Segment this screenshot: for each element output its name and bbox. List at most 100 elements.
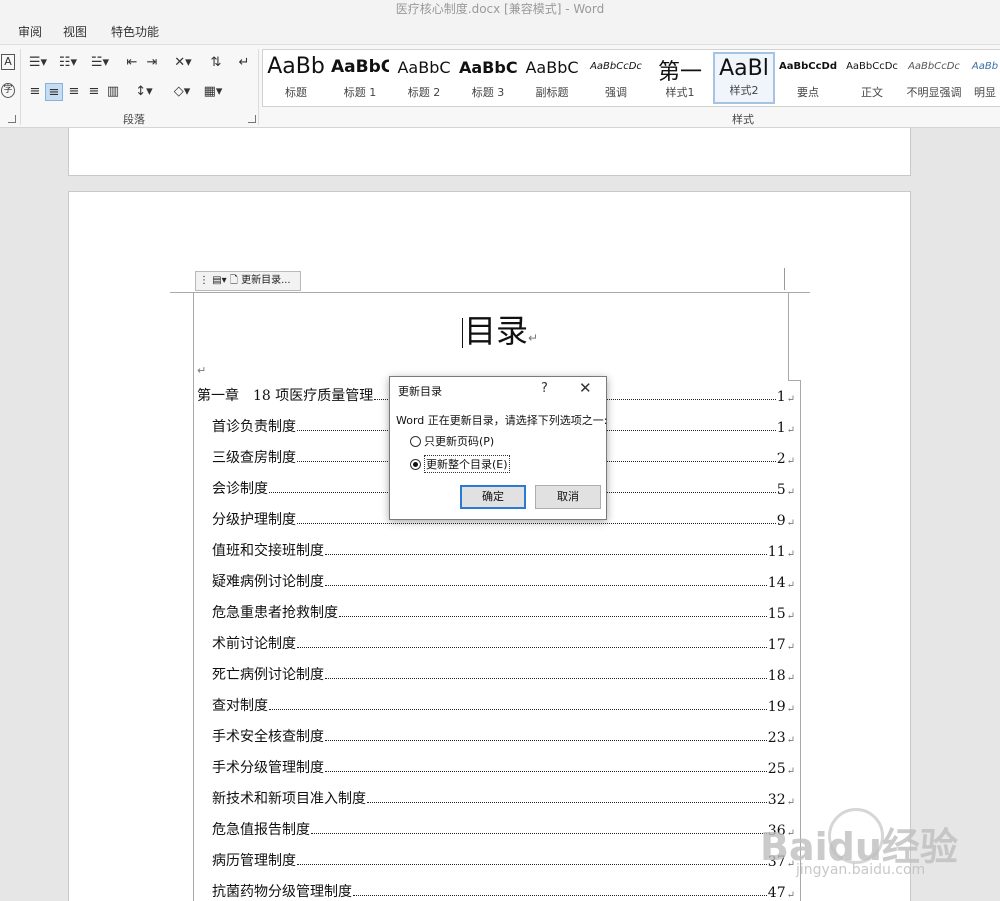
char-border-icon[interactable]: A <box>1 54 15 70</box>
update-toc-label[interactable]: 更新目录... <box>241 275 291 286</box>
align-right-icon[interactable]: ≡ <box>66 83 82 101</box>
sort-icon[interactable]: ⇅ <box>207 54 225 72</box>
paragraph-mark: ↵ <box>786 456 795 467</box>
toc-entry-page: 23 <box>767 730 786 746</box>
toc-dot-leader <box>325 740 767 741</box>
tab-review[interactable]: 审阅 <box>18 23 42 40</box>
style-subtle-emphasis[interactable]: AaBbCcDc 不明显强调 <box>903 52 965 104</box>
multilevel-list-icon[interactable]: ☱▾ <box>88 54 112 72</box>
style-style2[interactable]: AaBl 样式2 <box>713 52 775 104</box>
option-page-numbers-label: 只更新页码(P) <box>424 435 495 448</box>
line-spacing-icon[interactable]: ↕▾ <box>132 83 156 101</box>
toc-entry[interactable]: 手术分级管理制度 25 ↵ <box>212 755 795 777</box>
toc-dot-leader <box>311 833 767 834</box>
toc-entry[interactable]: 手术安全核查制度 23 ↵ <box>212 724 795 746</box>
toc-entry[interactable]: 危急重患者抢救制度 15 ↵ <box>212 600 795 622</box>
toc-entry[interactable]: 术前讨论制度 17 ↵ <box>212 631 795 653</box>
show-marks-icon[interactable]: ↵ <box>236 54 252 72</box>
toc-entry-label: 分级护理制度 <box>212 512 296 528</box>
style-heading2[interactable]: AaBbC 标题 2 <box>395 52 453 104</box>
toc-entry-page: 2 <box>776 451 786 467</box>
toc-entry[interactable]: 死亡病例讨论制度 18 ↵ <box>212 662 795 684</box>
justify-icon[interactable]: ≡ <box>86 83 102 101</box>
toc-entry[interactable]: 查对制度 19 ↵ <box>212 693 795 715</box>
shading-icon[interactable]: ◇▾ <box>169 83 195 101</box>
toc-entry-page: 1 <box>776 389 786 405</box>
toc-entry-page: 14 <box>767 575 786 591</box>
increase-indent-icon[interactable]: ⇥ <box>144 54 160 72</box>
paragraph-mark: ↵ <box>786 487 795 498</box>
bullets-icon[interactable]: ☰▾ <box>27 54 49 72</box>
style-heading3[interactable]: AaBbC 标题 3 <box>459 52 517 104</box>
tab-view[interactable]: 视图 <box>63 23 87 40</box>
toc-entry[interactable]: 抗菌药物分级管理制度 47 ↵ <box>212 879 795 901</box>
toc-dot-leader <box>297 523 776 524</box>
toc-entry-label: 术前讨论制度 <box>212 636 296 652</box>
toc-handle-icon[interactable]: ⋮ <box>199 275 209 286</box>
toc-control-tab[interactable]: ⋮ ▤▾ 🗋 更新目录... <box>195 271 301 291</box>
toc-entry-page: 11 <box>767 544 786 560</box>
toc-entry-label: 会诊制度 <box>212 481 268 497</box>
toc-dot-leader <box>297 647 767 648</box>
watermark: Baidu经验 jingyan.baidu.com <box>760 808 1000 898</box>
toc-dot-leader <box>353 895 767 896</box>
style-title[interactable]: AaBb 标题 <box>267 52 325 104</box>
update-page-numbers-option[interactable]: 只更新页码(P) <box>410 433 494 449</box>
toc-entry-label: 新技术和新项目准入制度 <box>212 791 366 807</box>
style-style1[interactable]: 第一 样式1 <box>651 52 709 104</box>
toc-entry-page: 25 <box>767 761 786 777</box>
numbering-icon[interactable]: ☷▾ <box>57 54 79 72</box>
toc-entry-page: 5 <box>776 482 786 498</box>
dialog-prompt: Word 正在更新目录，请选择下列选项之一: <box>396 414 608 427</box>
styles-group-label: 样式 <box>732 113 754 126</box>
radio-page-numbers[interactable] <box>410 435 421 447</box>
toc-entry-page: 17 <box>767 637 786 653</box>
toc-entry-page: 15 <box>767 606 786 622</box>
cancel-button[interactable]: 取消 <box>535 485 601 509</box>
toc-entry[interactable]: 疑难病例讨论制度 14 ↵ <box>212 569 795 591</box>
decrease-indent-icon[interactable]: ⇤ <box>124 54 140 72</box>
styles-gallery: AaBb 标题 AaBbC 标题 1 AaBbC 标题 2 AaBbC 标题 3… <box>262 49 1000 107</box>
style-emphasis[interactable]: AaBbCcDc 强调 <box>587 52 645 104</box>
help-icon[interactable]: ? <box>541 381 548 396</box>
toc-entry[interactable]: 危急值报告制度 36 ↵ <box>212 817 795 839</box>
ribbon-tabs: 审阅 视图 特色功能 <box>0 18 1000 44</box>
toc-dot-leader <box>269 709 767 710</box>
paragraph-mark: ↵ <box>786 673 795 684</box>
toc-entry-label: 病历管理制度 <box>212 853 296 869</box>
tab-special[interactable]: 特色功能 <box>111 23 159 40</box>
align-center-icon[interactable]: ≡ <box>45 83 63 101</box>
chinese-layout-icon[interactable]: ✕▾ <box>171 54 195 72</box>
toc-entry[interactable]: 值班和交接班制度 11 ↵ <box>212 538 795 560</box>
toc-entry-label: 手术安全核查制度 <box>212 729 324 745</box>
paragraph-dialog-launcher-icon[interactable] <box>248 115 256 123</box>
radio-entire-toc[interactable] <box>410 458 421 470</box>
ok-button[interactable]: 确定 <box>460 485 526 509</box>
font-dialog-launcher-icon[interactable] <box>8 115 16 123</box>
toc-entry[interactable]: 病历管理制度 37 ↵ <box>212 848 795 870</box>
style-subtitle[interactable]: AaBbC 副标题 <box>523 52 581 104</box>
toc-entry-label: 疑难病例讨论制度 <box>212 574 324 590</box>
update-toc-icon[interactable]: 🗋 <box>230 275 238 286</box>
style-normal[interactable]: AaBbCcDc 正文 <box>843 52 901 104</box>
style-heading1[interactable]: AaBbC 标题 1 <box>331 52 389 104</box>
close-icon[interactable]: ✕ <box>579 379 592 397</box>
toc-entry[interactable]: 新技术和新项目准入制度 32 ↵ <box>212 786 795 808</box>
toc-menu-icon[interactable]: ▤▾ <box>212 275 226 286</box>
style-intense[interactable]: AaBb 明显 <box>969 52 1000 104</box>
dialog-title: 更新目录 <box>398 385 442 398</box>
style-key-point[interactable]: AaBbCcDd 要点 <box>779 52 837 104</box>
distribute-icon[interactable]: ▥ <box>105 83 121 101</box>
toc-entry-page: 1 <box>776 420 786 436</box>
toc-entry-label: 危急值报告制度 <box>212 822 310 838</box>
align-left-icon[interactable]: ≡ <box>27 83 43 101</box>
toc-dot-leader <box>339 616 767 617</box>
previous-page <box>68 128 911 176</box>
enclose-char-icon[interactable]: 字 <box>1 83 15 98</box>
paragraph-mark: ↵ <box>786 549 795 560</box>
option-entire-toc-label: 更新整个目录(E) <box>424 455 510 473</box>
update-entire-toc-option[interactable]: 更新整个目录(E) <box>410 455 510 473</box>
empty-paragraph-mark: ↵ <box>197 364 207 377</box>
toc-dot-leader <box>297 864 767 865</box>
borders-icon[interactable]: ▦▾ <box>200 83 226 101</box>
